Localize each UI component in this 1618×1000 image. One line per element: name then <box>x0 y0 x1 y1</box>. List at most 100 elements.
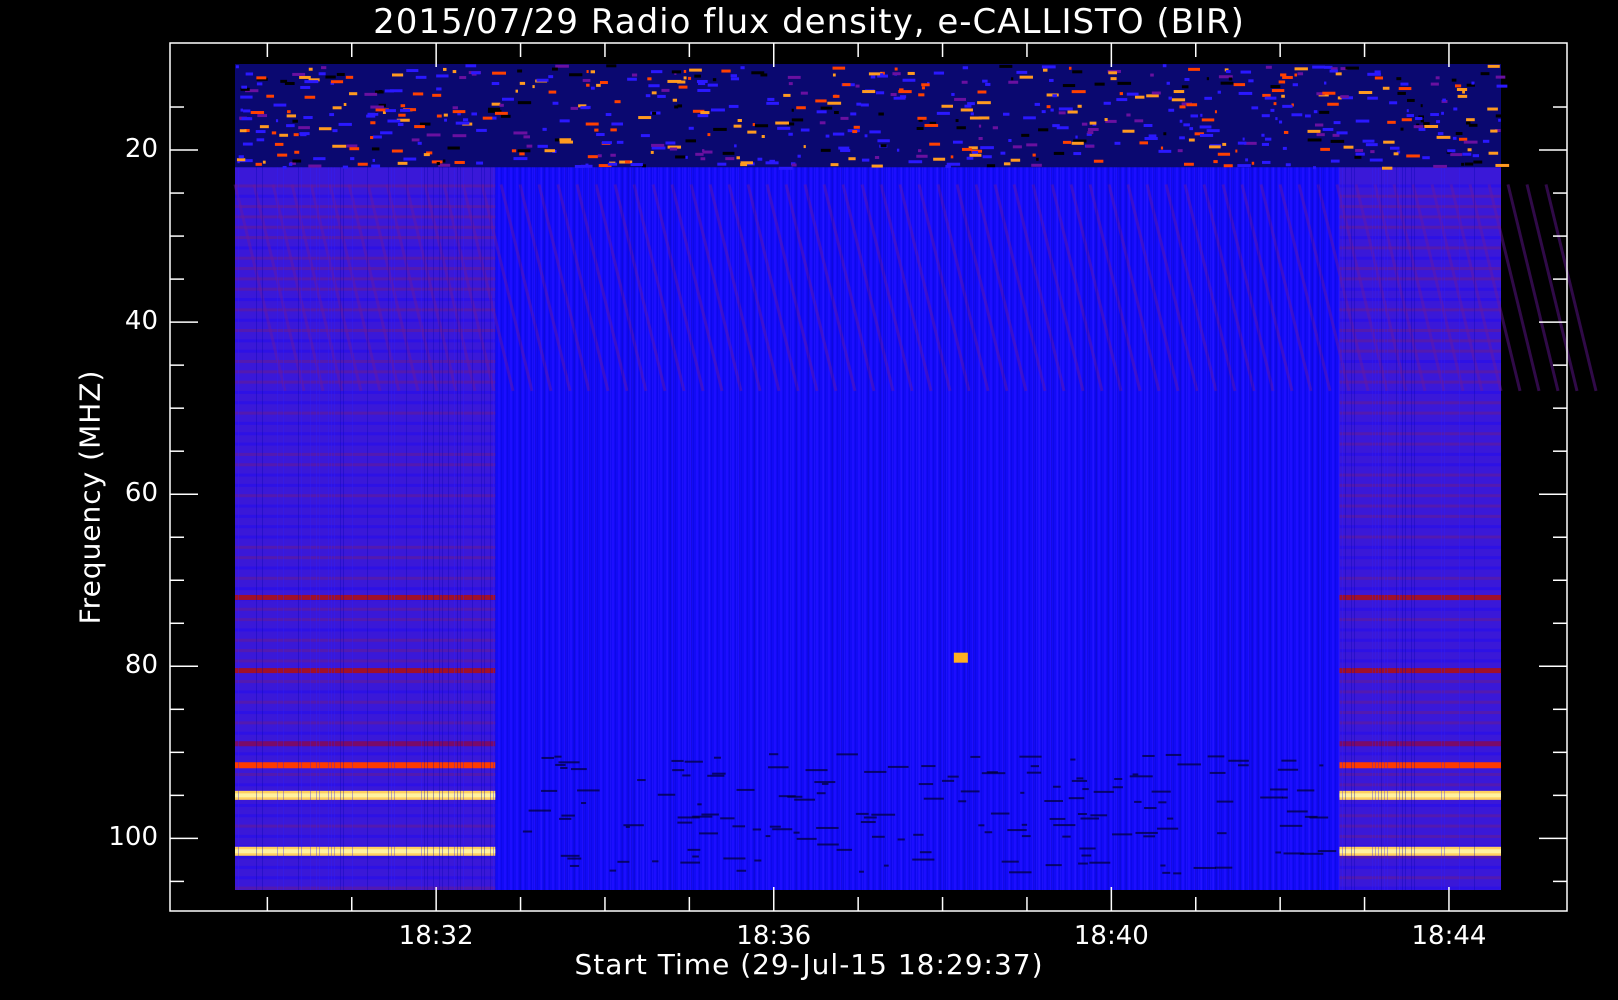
dark-patch <box>1081 854 1092 857</box>
calibration-stripe <box>235 700 496 704</box>
dark-patch <box>814 781 836 784</box>
interference-speck <box>1050 108 1054 112</box>
dark-patch <box>752 828 762 831</box>
interference-speck <box>977 90 987 94</box>
noise-column <box>1093 64 1094 890</box>
dark-patch <box>1049 817 1066 820</box>
interference-speck <box>607 162 618 166</box>
dark-patch <box>913 833 924 836</box>
noise-column <box>433 64 434 890</box>
interference-speck <box>1435 76 1440 80</box>
dark-patch <box>625 825 630 828</box>
interference-speck <box>599 81 608 85</box>
interference-speck <box>236 158 246 162</box>
interference-speck <box>672 98 678 102</box>
interference-speck <box>1240 70 1252 74</box>
noise-column <box>1339 64 1340 890</box>
interference-speck <box>1278 80 1286 84</box>
interference-speck <box>444 118 447 122</box>
noise-column <box>757 64 758 890</box>
interference-speck <box>1183 162 1194 166</box>
dark-patch <box>1165 753 1182 756</box>
interference-speck <box>1457 94 1468 98</box>
noise-column <box>1249 64 1250 890</box>
noise-column <box>709 64 710 890</box>
noise-column <box>262 64 263 890</box>
interference-speck <box>766 101 779 105</box>
calibration-stripe <box>235 411 496 415</box>
dark-patch <box>1270 788 1288 791</box>
dark-patch <box>682 774 691 777</box>
calibration-stripe <box>1339 483 1501 487</box>
noise-column <box>919 64 920 890</box>
interference-speck <box>537 144 548 148</box>
interference-speck <box>783 93 791 97</box>
dark-patch <box>570 768 587 771</box>
interference-speck <box>860 103 869 107</box>
interference-speck <box>878 112 884 116</box>
interference-speck <box>737 119 742 123</box>
noise-column <box>1342 64 1343 890</box>
rfi-band <box>235 741 496 747</box>
interference-speck <box>1458 137 1468 141</box>
interference-speck <box>513 131 528 135</box>
dark-patch <box>558 761 580 764</box>
calibration-stripe <box>235 535 496 539</box>
interference-speck <box>1324 81 1327 85</box>
interference-speck <box>1413 125 1424 129</box>
calibration-stripe <box>1339 236 1501 240</box>
rfi-band-core <box>1339 849 1501 854</box>
interference-speck <box>357 162 368 166</box>
noise-column <box>331 64 332 890</box>
dark-patch <box>1282 796 1288 799</box>
noise-column <box>568 64 569 890</box>
interference-speck <box>874 156 880 160</box>
calibration-stripe <box>235 566 496 570</box>
interference-speck <box>1335 72 1342 76</box>
interference-speck <box>956 126 966 130</box>
interference-speck <box>1189 127 1194 131</box>
interference-speck <box>400 108 411 112</box>
interference-speck <box>683 76 687 80</box>
interference-speck <box>1472 154 1480 158</box>
interference-speck <box>1071 90 1086 94</box>
dark-patch <box>736 869 747 872</box>
dark-patch <box>692 855 699 858</box>
noise-column <box>367 64 368 890</box>
noise-column <box>532 64 533 890</box>
dark-patch <box>1019 755 1042 758</box>
interference-speck <box>1471 81 1475 85</box>
noise-column <box>520 64 521 890</box>
interference-speck <box>827 101 842 105</box>
calibration-stripe <box>1339 886 1501 890</box>
interference-speck <box>652 111 657 115</box>
interference-speck <box>385 109 396 113</box>
noise-column <box>754 64 755 890</box>
interference-speck <box>986 164 996 168</box>
interference-speck <box>730 77 740 81</box>
noise-column <box>421 64 422 890</box>
calibration-stripe <box>1339 277 1501 281</box>
noise-column <box>1060 64 1061 890</box>
interference-speck <box>586 83 590 87</box>
dark-patch <box>793 831 800 834</box>
interference-speck <box>1261 133 1265 137</box>
noise-column <box>1009 64 1010 890</box>
x-tick-label: 18:36 <box>736 921 812 951</box>
interference-speck <box>406 69 419 73</box>
interference-speck <box>1235 149 1238 153</box>
interference-speck <box>1461 162 1464 166</box>
interference-speck <box>1041 65 1056 69</box>
interference-speck <box>1283 130 1289 134</box>
calibration-stripe <box>1339 246 1501 250</box>
interference-speck <box>1292 83 1298 87</box>
calibration-stripe <box>1339 318 1501 322</box>
interference-speck <box>371 164 381 168</box>
interference-speck <box>282 165 287 169</box>
dark-patch <box>1217 832 1227 835</box>
interference-speck <box>1068 66 1072 70</box>
interference-speck <box>700 111 710 115</box>
calibration-stripe <box>235 287 496 291</box>
interference-speck <box>1304 114 1311 118</box>
interference-speck <box>1343 145 1354 149</box>
